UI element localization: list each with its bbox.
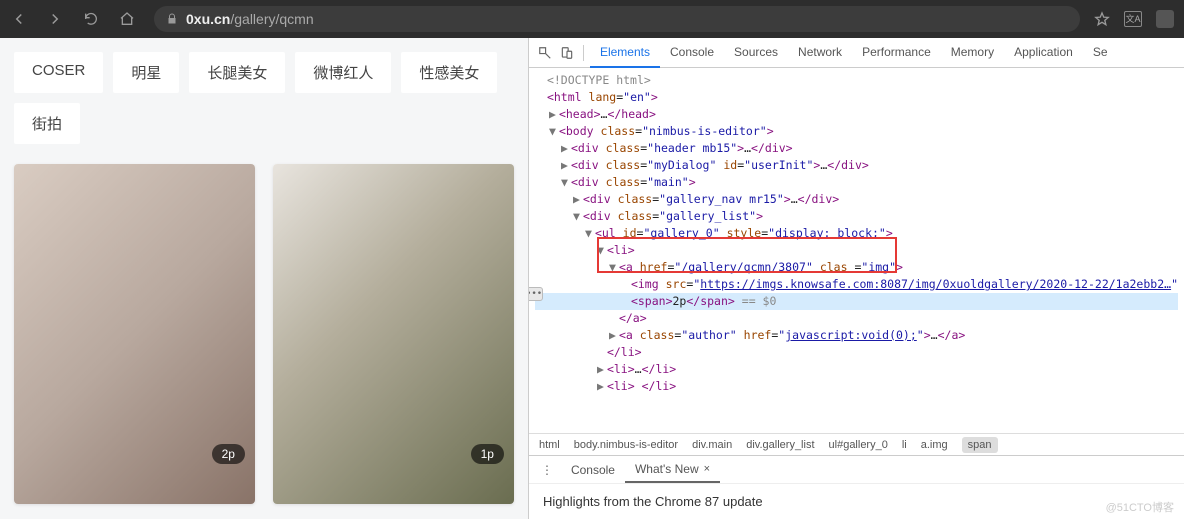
dom-line[interactable]: ▶<head>…</head>	[535, 106, 1178, 123]
close-icon[interactable]: ×	[704, 463, 710, 475]
dom-breadcrumbs[interactable]: html body.nimbus-is-editor div.main div.gal…	[529, 433, 1184, 455]
devtools-tab-elements[interactable]: Elements	[590, 38, 660, 68]
device-toggle-icon[interactable]	[557, 43, 577, 63]
page-content: COSER明星长腿美女微博红人性感美女街拍 2p 1p	[0, 38, 528, 519]
gallery-item[interactable]: 1p	[273, 164, 514, 504]
devtools-tab-console[interactable]: Console	[660, 38, 724, 68]
devtools-tab-memory[interactable]: Memory	[941, 38, 1004, 68]
dom-line[interactable]: ▶<div class="gallery_nav mr15">…</div>	[535, 191, 1178, 208]
devtools-tab-application[interactable]: Application	[1004, 38, 1083, 68]
bookmark-star-icon[interactable]	[1094, 11, 1110, 27]
dom-line[interactable]: ▶<div class="myDialog" id="userInit">…</…	[535, 157, 1178, 174]
dom-line[interactable]: ▼<div class="gallery_list">	[535, 208, 1178, 225]
ellipsis-icon[interactable]: •••	[529, 287, 543, 301]
dom-line[interactable]: ▼<div class="main">	[535, 174, 1178, 191]
tag-list: COSER明星长腿美女微博红人性感美女街拍	[14, 52, 514, 144]
dom-line[interactable]: ▶<div class="header mb15">…</div>	[535, 140, 1178, 157]
breadcrumb-item[interactable]: li	[902, 439, 907, 451]
gallery-list: 2p 1p	[14, 164, 514, 504]
category-tag[interactable]: 性感美女	[401, 52, 497, 93]
breadcrumb-item[interactable]: body.nimbus-is-editor	[574, 439, 678, 451]
photo-count-badge: 1p	[471, 444, 504, 464]
category-tag[interactable]: 明星	[113, 52, 179, 93]
devtools-tab-sources[interactable]: Sources	[724, 38, 788, 68]
dom-line[interactable]: </li>	[535, 344, 1178, 361]
watermark: @51CTO博客	[1106, 499, 1174, 515]
back-button[interactable]	[10, 10, 28, 28]
devtools-tab-se[interactable]: Se	[1083, 38, 1118, 68]
breadcrumb-item[interactable]: ul#gallery_0	[829, 439, 888, 451]
reload-button[interactable]	[82, 10, 100, 28]
breadcrumb-item[interactable]: span	[962, 437, 998, 453]
category-tag[interactable]: 长腿美女	[189, 52, 285, 93]
devtools-panel: ElementsConsoleSourcesNetworkPerformance…	[528, 38, 1184, 519]
devtools-tab-network[interactable]: Network	[788, 38, 852, 68]
url-host: 0xu.cn	[186, 11, 230, 27]
dom-line[interactable]: <!DOCTYPE html>	[535, 72, 1178, 89]
drawer-tabs: ⋮ ConsoleWhat's New×	[529, 455, 1184, 483]
category-tag[interactable]: 微博红人	[295, 52, 391, 93]
dom-line[interactable]: ▼<body class="nimbus-is-editor">	[535, 123, 1178, 140]
drawer-menu-icon[interactable]: ⋮	[537, 460, 557, 480]
url-path: /gallery/qcmn	[230, 11, 313, 27]
dom-line[interactable]: ▶<li> </li>	[535, 378, 1178, 395]
dom-line[interactable]: <html lang="en">	[535, 89, 1178, 106]
category-tag[interactable]: 街拍	[14, 103, 80, 144]
dom-line[interactable]: </a>	[535, 310, 1178, 327]
forward-button[interactable]	[46, 10, 64, 28]
category-tag[interactable]: COSER	[14, 52, 103, 93]
translate-icon[interactable]: 文A	[1124, 11, 1142, 27]
breadcrumb-item[interactable]: a.img	[921, 439, 948, 451]
drawer-body: Highlights from the Chrome 87 update	[529, 483, 1184, 519]
inspect-icon[interactable]	[535, 43, 555, 63]
dom-tree[interactable]: ••• <!DOCTYPE html><html lang="en">▶<hea…	[529, 68, 1184, 433]
dom-line[interactable]: ▼<a href="/gallery/qcmn/3807" clas ="img…	[535, 259, 1178, 276]
home-button[interactable]	[118, 10, 136, 28]
dom-line[interactable]: ▼<ul id="gallery_0" style="display: bloc…	[535, 225, 1178, 242]
dom-line[interactable]: ▶<li>…</li>	[535, 361, 1178, 378]
breadcrumb-item[interactable]: html	[539, 439, 560, 451]
devtools-tab-performance[interactable]: Performance	[852, 38, 941, 68]
devtools-tabs: ElementsConsoleSourcesNetworkPerformance…	[529, 38, 1184, 68]
gallery-item[interactable]: 2p	[14, 164, 255, 504]
browser-toolbar: 0xu.cn/gallery/qcmn 文A	[0, 0, 1184, 38]
dom-line[interactable]: ▼<li>	[535, 242, 1178, 259]
breadcrumb-item[interactable]: div.gallery_list	[746, 439, 814, 451]
dom-line[interactable]: <span>2p</span> == $0	[535, 293, 1178, 310]
extension-icon[interactable]	[1156, 10, 1174, 28]
address-bar[interactable]: 0xu.cn/gallery/qcmn	[154, 6, 1080, 32]
breadcrumb-item[interactable]: div.main	[692, 439, 732, 451]
dom-line[interactable]: <img src="https://imgs.knowsafe.com:8087…	[535, 276, 1178, 293]
photo-count-badge: 2p	[212, 444, 245, 464]
drawer-headline: Highlights from the Chrome 87 update	[543, 494, 763, 509]
drawer-tab-what-s-new[interactable]: What's New×	[625, 457, 720, 483]
drawer-tab-console[interactable]: Console	[561, 457, 625, 483]
dom-line[interactable]: ▶<a class="author" href="javascript:void…	[535, 327, 1178, 344]
lock-icon	[166, 13, 178, 25]
